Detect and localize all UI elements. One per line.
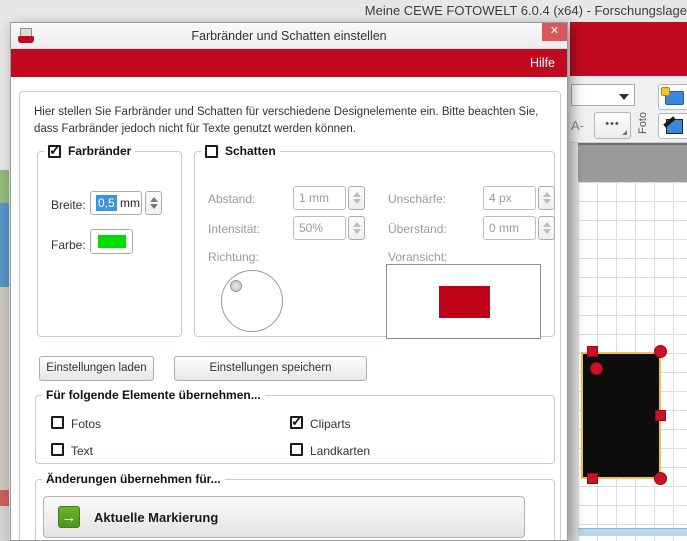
spin-up-icon[interactable] (543, 192, 551, 197)
ueberstand-input[interactable]: 0 mm (483, 216, 536, 240)
page-header-bar (578, 143, 687, 182)
abstand-label: Abstand: (208, 192, 256, 206)
farbraender-checkbox[interactable] (48, 142, 61, 159)
intensitaet-label: Intensität: (208, 222, 261, 236)
spin-up-icon[interactable] (150, 197, 158, 202)
selection-rotation-handle[interactable] (590, 362, 603, 375)
unschaerfe-label: Unschärfe: (388, 192, 447, 206)
voransicht-label: Voransicht: (388, 250, 448, 264)
spin-down-icon[interactable] (543, 199, 551, 204)
unschaerfe-spinner[interactable] (538, 186, 555, 210)
selection-handle-bottom-right[interactable] (654, 472, 667, 485)
abstand-spinner[interactable] (348, 186, 365, 210)
dialog-red-band: Hilfe (11, 49, 567, 77)
application-window: Meine CEWE FOTOWELT 6.0.4 (x64) - Forsch… (0, 0, 687, 541)
left-palette-red-segment (0, 490, 9, 506)
selection-handle-right[interactable] (655, 410, 666, 421)
landkarten-label: Landkarten (310, 444, 371, 458)
left-palette-tan-segment (0, 287, 9, 490)
app-window-titlebar: Meine CEWE FOTOWELT 6.0.4 (x64) - Forsch… (0, 0, 687, 22)
text-checkbox[interactable] (51, 443, 64, 456)
save-settings-button[interactable]: Einstellungen speichern (174, 356, 367, 381)
left-palette-gray-segment (0, 506, 9, 541)
group-farbraender: Farbränder Breite: 0,5 mm Farbe: (37, 142, 182, 337)
left-palette-strip (0, 22, 9, 170)
dialog-title: Farbränder und Schatten einstellen (191, 29, 387, 43)
close-button[interactable]: ✕ (542, 23, 567, 41)
spin-down-icon[interactable] (353, 229, 361, 234)
selection-handle-bottom-left[interactable] (587, 473, 598, 484)
edit-photo-button[interactable] (658, 113, 687, 139)
dialog-titlebar[interactable]: Farbränder und Schatten einstellen (11, 23, 567, 49)
help-button[interactable]: Hilfe (530, 49, 555, 77)
spin-up-icon[interactable] (543, 222, 551, 227)
left-palette-blue-segment (0, 203, 9, 287)
aktuelle-markierung-label: Aktuelle Markierung (94, 509, 219, 525)
spin-up-icon[interactable] (353, 222, 361, 227)
spin-up-icon[interactable] (353, 192, 361, 197)
schatten-title: Schatten (225, 144, 276, 158)
more-options-button[interactable]: ••• (594, 112, 631, 139)
font-combo-box[interactable] (571, 84, 635, 106)
spin-down-icon[interactable] (150, 204, 158, 209)
app-window-title: Meine CEWE FOTOWELT 6.0.4 (x64) - Forsch… (364, 3, 687, 18)
tab-foto[interactable]: Foto (637, 102, 653, 144)
color-swatch-green (98, 235, 126, 248)
ueberstand-label: Überstand: (388, 222, 447, 236)
abstand-input[interactable]: 1 mm (293, 186, 346, 210)
breite-unit: mm (116, 196, 141, 210)
dial-knob[interactable] (230, 280, 242, 292)
app-ribbon-red-band (570, 22, 687, 76)
elemente-title: Für folgende Elemente übernehmen... (46, 388, 261, 402)
ueberstand-spinner[interactable] (538, 216, 555, 240)
aktuelle-markierung-button[interactable]: → Aktuelle Markierung (43, 496, 525, 538)
fotos-checkbox[interactable] (51, 416, 64, 429)
unschaerfe-input[interactable]: 4 px (483, 186, 536, 210)
group-aenderungen: Änderungen übernehmen für... → Aktuelle … (35, 472, 555, 540)
breite-spinner[interactable] (145, 191, 162, 215)
text-label: Text (71, 444, 94, 458)
font-decrease-button[interactable]: A- (571, 118, 593, 138)
load-settings-button[interactable]: Einstellungen laden (39, 356, 154, 381)
add-photo-button[interactable] (658, 84, 687, 110)
page-bottom-edge (578, 528, 687, 536)
group-schatten: Schatten Abstand: 1 mm Unschärfe: 4 px I… (194, 144, 555, 339)
cliparts-label: Cliparts (310, 417, 351, 431)
canvas-gutter (570, 143, 578, 541)
aenderungen-title: Änderungen übernehmen für... (46, 472, 221, 486)
breite-input[interactable]: 0,5 mm (90, 191, 142, 215)
landkarten-checkbox[interactable] (290, 443, 303, 456)
shadow-preview-box (386, 264, 541, 339)
group-elemente: Für folgende Elemente übernehmen... Foto… (35, 388, 555, 464)
breite-value: 0,5 (96, 195, 117, 211)
farbe-color-button[interactable] (90, 229, 133, 254)
farbraender-title: Farbränder (68, 144, 132, 158)
shadow-direction-dial[interactable] (221, 270, 283, 332)
selection-handle-top-right[interactable] (654, 345, 667, 358)
breite-label: Breite: (51, 198, 86, 212)
cliparts-checkbox[interactable] (290, 413, 303, 430)
intensitaet-input[interactable]: 50% (293, 216, 346, 240)
schatten-checkbox[interactable] (205, 144, 218, 158)
corner-expand-icon (622, 130, 627, 135)
dialog-content-panel: Hier stellen Sie Farbränder und Schatten… (19, 91, 561, 540)
chevron-down-icon (619, 94, 629, 100)
left-palette-green-segment (0, 170, 9, 203)
preview-rectangle (439, 286, 490, 318)
star-badge-icon (661, 87, 670, 96)
richtung-label: Richtung: (208, 250, 259, 264)
fotos-label: Fotos (71, 417, 102, 431)
ellipsis-icon: ••• (605, 118, 620, 130)
spin-down-icon[interactable] (353, 199, 361, 204)
intro-text: Hier stellen Sie Farbränder und Schatten… (34, 106, 539, 135)
intensitaet-spinner[interactable] (348, 216, 365, 240)
farbe-label: Farbe: (51, 238, 86, 252)
dialog-farbraender-schatten: Farbränder und Schatten einstellen ✕ Hil… (10, 22, 568, 541)
cewe-logo-icon (18, 28, 34, 43)
close-icon: ✕ (549, 25, 560, 37)
selection-handle-top-left[interactable] (587, 346, 598, 357)
arrow-right-icon: → (58, 506, 80, 528)
spin-down-icon[interactable] (543, 229, 551, 234)
